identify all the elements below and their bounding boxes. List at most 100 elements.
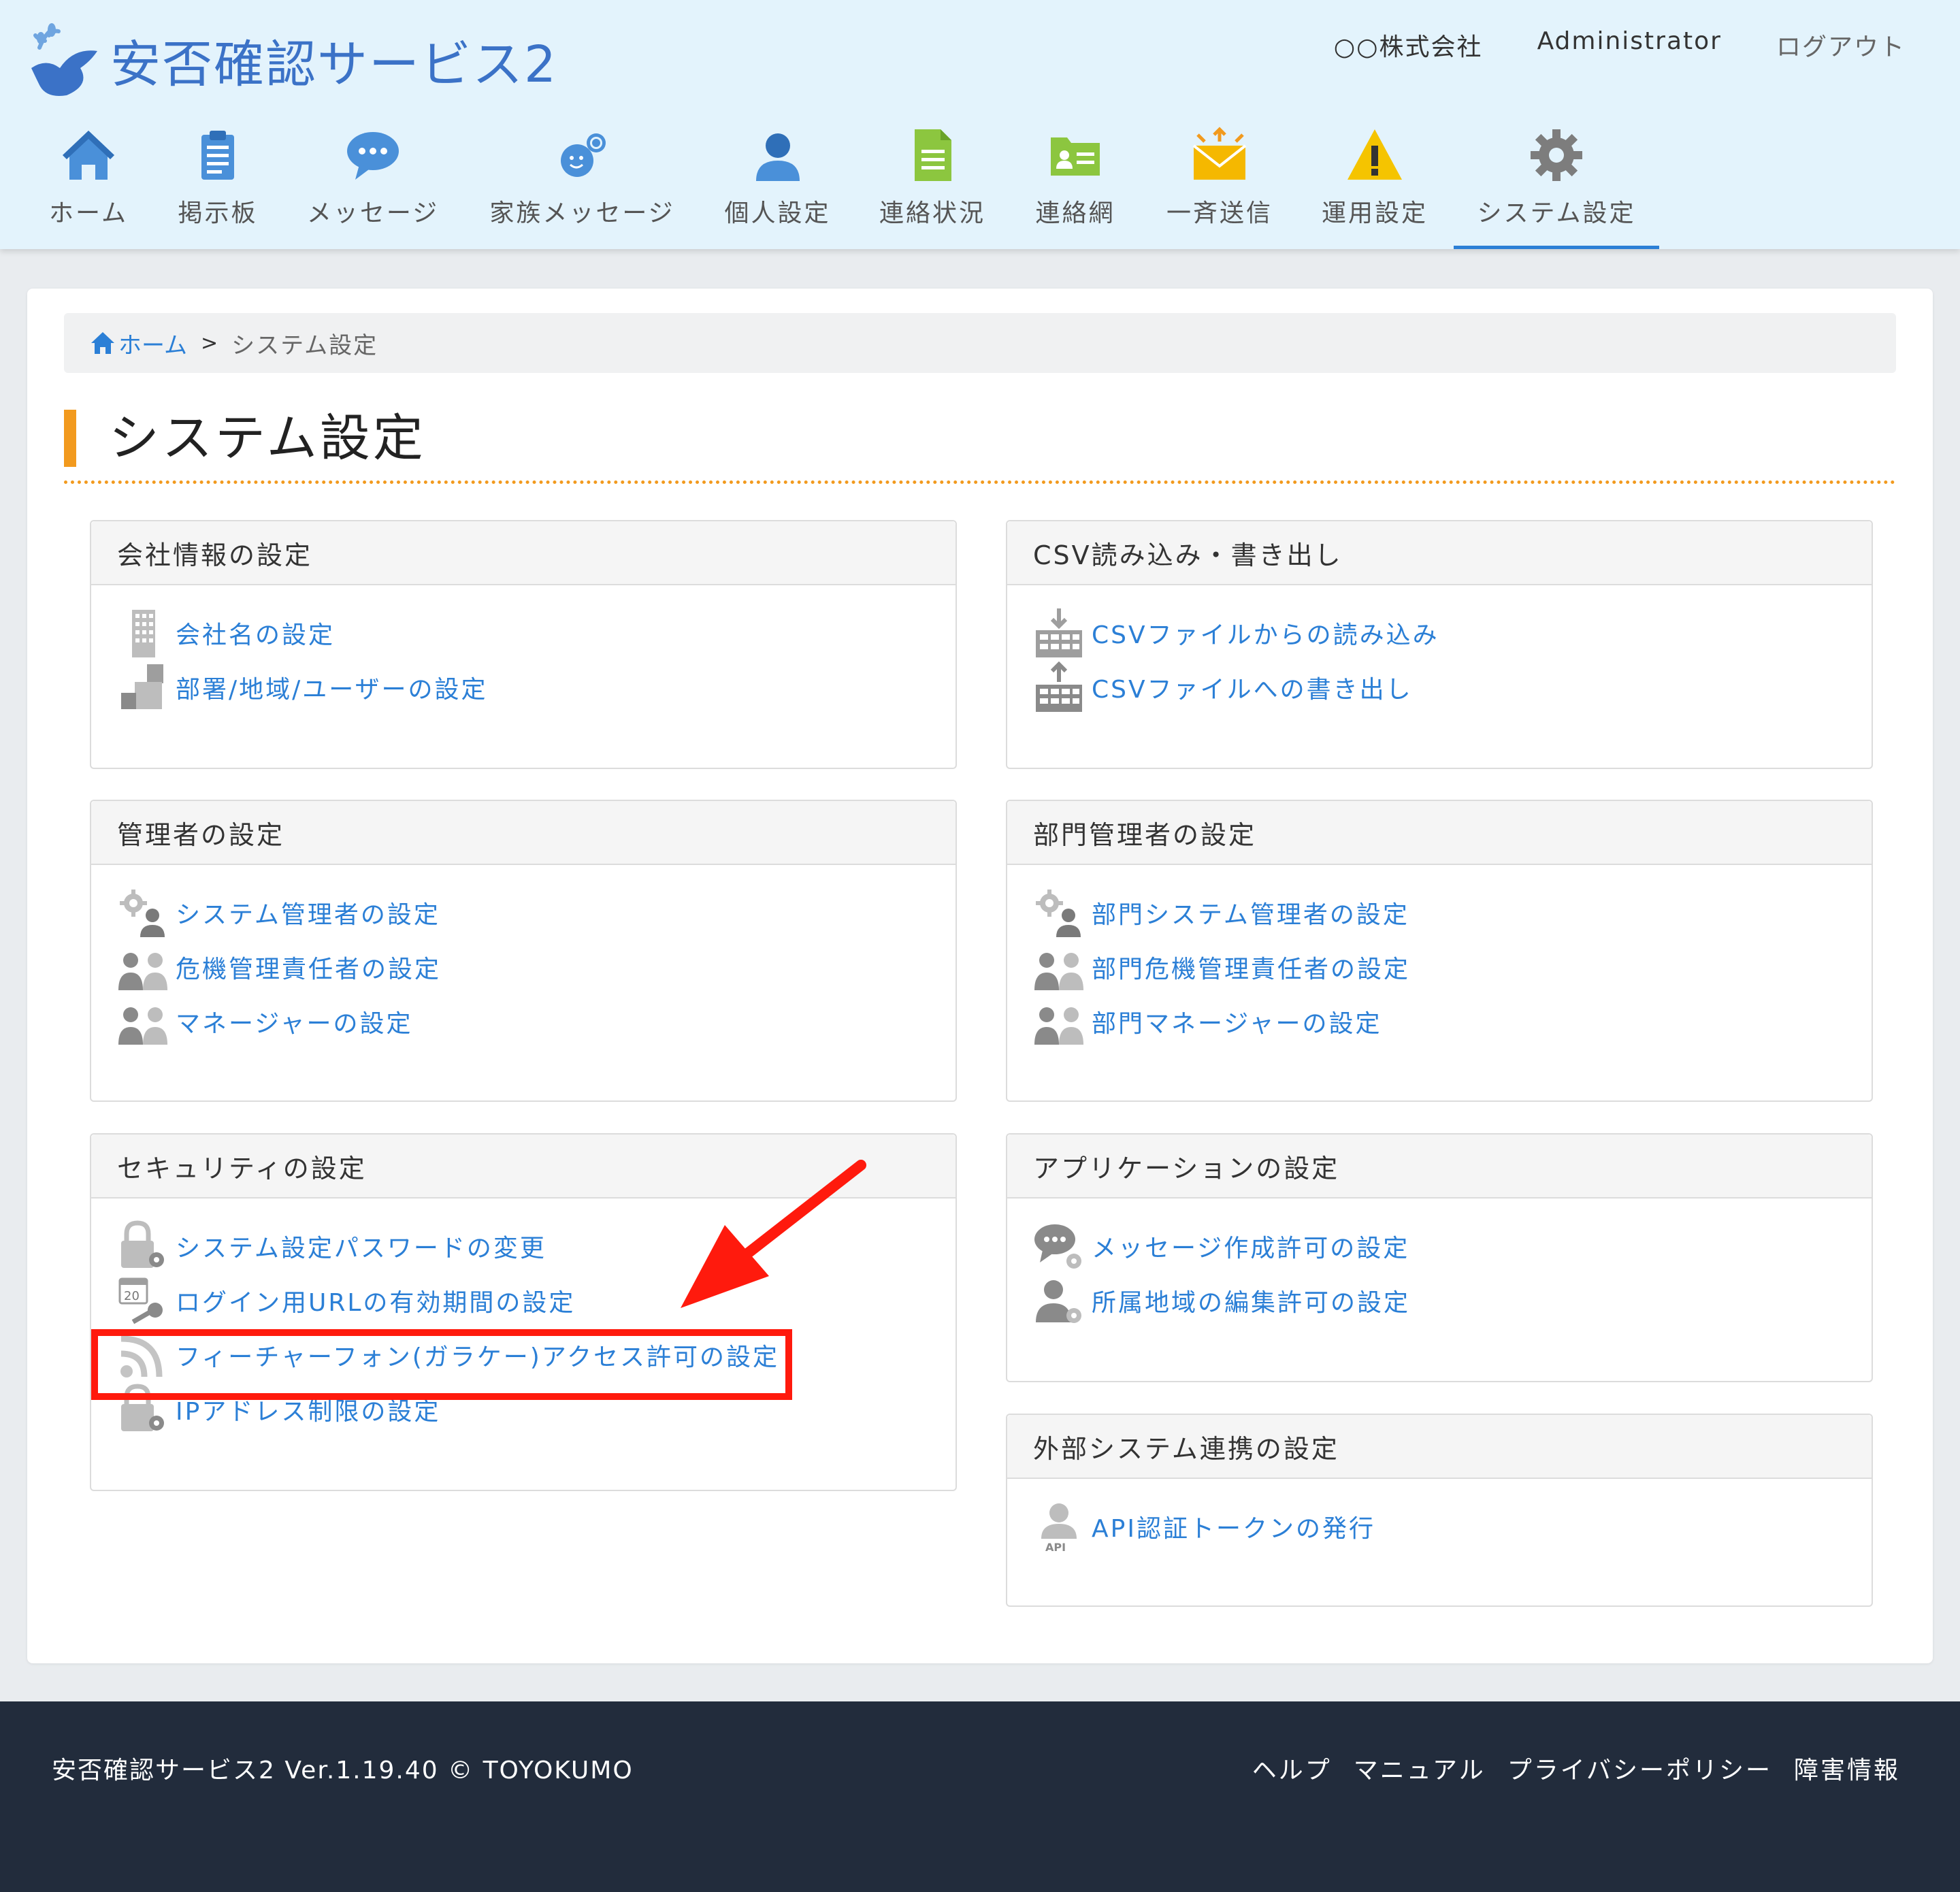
people-icon [1034,1007,1083,1045]
nav-item-home[interactable]: ホーム [41,127,136,249]
nav-label: 連絡状況 [879,199,985,227]
nav-item-bulletin[interactable]: 掲示板 [174,127,262,249]
chat-gear-icon [1034,1224,1081,1269]
nav-label: メッセージ [306,199,440,227]
people-icon [118,953,167,990]
page-title-text: システム設定 [109,409,426,468]
link-api-token[interactable]: API API認証トークンの発行 [1033,1499,1872,1554]
document-icon [915,129,951,181]
card-title: 会社情報の設定 [91,521,956,585]
person-icon [755,133,800,181]
link-label: API認証トークンの発行 [1092,1515,1375,1543]
link-company-name[interactable]: 会社名の設定 [117,606,956,660]
link-label: 危機管理責任者の設定 [176,956,442,983]
family-chat-icon [560,133,606,177]
link-label: 所属地域の編集許可の設定 [1092,1289,1411,1317]
link-label: 部門マネージャーの設定 [1092,1010,1382,1038]
link-system-admin[interactable]: システム管理者の設定 [117,885,956,940]
nav-item-system-settings[interactable]: システム設定 [1454,127,1659,249]
highlight-box [91,1329,792,1400]
link-manager[interactable]: マネージャーの設定 [117,994,956,1049]
csv-import-icon [1036,608,1082,657]
card-title: CSV読み込み・書き出し [1007,521,1872,585]
breadcrumb-home[interactable]: ホーム [90,327,187,360]
link-region-edit-permission[interactable]: 所属地域の編集許可の設定 [1033,1273,1872,1328]
lock-gear-icon [121,1220,164,1268]
breadcrumb: ホーム > システム設定 [64,313,1896,373]
nav-item-family-message[interactable]: 家族メッセージ [489,127,676,249]
people-icon [1034,953,1083,990]
nav-label: 掲示板 [178,199,258,227]
nav-item-status[interactable]: 連絡状況 [878,127,987,249]
logout-link[interactable]: ログアウト [1776,27,1906,63]
card-title: 部門管理者の設定 [1007,801,1872,865]
card-external: 外部システム連携の設定 API API認証トークンの発行 [1006,1414,1873,1607]
card-application: アプリケーションの設定 メッセージ作成許可の設定 所属地域の編集許可の設定 [1006,1133,1873,1382]
admin-gear-icon [120,890,165,937]
nav-item-message[interactable]: メッセージ [305,127,441,249]
link-csv-import[interactable]: CSVファイルからの読み込み [1033,606,1872,660]
link-dept-system-admin[interactable]: 部門システム管理者の設定 [1033,885,1872,940]
nav-item-contact-network[interactable]: 連絡網 [1031,127,1120,249]
footer: 安否確認サービス2 Ver.1.19.40 © TOYOKUMO ヘルプ マニュ… [0,1701,1960,1892]
nav-item-personal[interactable]: 個人設定 [721,127,834,249]
organization-icon [121,664,163,709]
top-links: ○○株式会社 Administrator ログアウト [1334,27,1906,63]
nav-label: システム設定 [1477,199,1636,227]
footer-link-privacy[interactable]: プライバシーポリシー [1507,1750,1772,1786]
breadcrumb-separator: > [200,331,218,355]
nav-item-broadcast[interactable]: 一斉送信 [1165,127,1274,249]
company-name: ○○株式会社 [1333,33,1483,61]
home-icon [91,332,114,354]
nav-label: 連絡網 [1035,199,1115,227]
footer-copyright: 安否確認サービス2 Ver.1.19.40 © TOYOKUMO [52,1757,634,1784]
svg-text:20: 20 [124,1289,140,1303]
card-admin: 管理者の設定 システム管理者の設定 危機管理責任者の設定 マネージャーの設定 [90,800,957,1102]
csv-export-icon [1036,662,1082,712]
app-logo[interactable]: 安否確認サービス2 [26,20,557,109]
link-crisis-manager[interactable]: 危機管理責任者の設定 [117,940,956,994]
building-icon [132,610,155,657]
link-label: メッセージ作成許可の設定 [1092,1235,1410,1262]
footer-link-manual[interactable]: マニュアル [1354,1750,1486,1786]
address-card-icon [1051,137,1100,176]
link-label: CSVファイルへの書き出し [1092,676,1413,704]
link-label: CSVファイルからの読み込み [1092,621,1439,649]
nav-label: 一斉送信 [1166,199,1273,227]
link-label: システム設定パスワードの変更 [176,1235,546,1262]
link-dept-manager[interactable]: 部門マネージャーの設定 [1033,994,1872,1049]
svg-text:API: API [1045,1541,1066,1552]
link-csv-export[interactable]: CSVファイルへの書き出し [1033,660,1872,715]
person-gear-icon [1036,1280,1081,1323]
nav-label: 運用設定 [1321,199,1428,227]
footer-link-incident[interactable]: 障害情報 [1794,1750,1900,1786]
nav-item-operation[interactable]: 運用設定 [1320,127,1429,249]
link-label: マネージャーの設定 [176,1010,413,1038]
people-icon [118,1007,167,1045]
link-message-permission[interactable]: メッセージ作成許可の設定 [1033,1219,1872,1273]
link-label: 部門システム管理者の設定 [1092,901,1409,929]
card-title: アプリケーションの設定 [1007,1135,1872,1198]
warning-icon [1348,129,1402,180]
user-name[interactable]: Administrator [1537,27,1722,63]
link-dept-crisis-manager[interactable]: 部門危機管理責任者の設定 [1033,940,1872,994]
link-org-settings[interactable]: 部署/地域/ユーザーの設定 [117,660,956,715]
gear-icon [1531,129,1582,181]
nav-label: ホーム [49,199,128,227]
link-label: 会社名の設定 [176,621,336,649]
link-label: システム管理者の設定 [176,901,440,929]
link-label: 部門危機管理責任者の設定 [1092,956,1411,983]
envelope-icon [1192,127,1247,180]
card-company: 会社情報の設定 会社名の設定 部署/地域/ユーザーの設定 [90,520,957,769]
clipboard-icon [201,131,234,180]
footer-link-help[interactable]: ヘルプ [1252,1750,1332,1786]
nav-label: 個人設定 [724,199,831,227]
card-dept-admin: 部門管理者の設定 部門システム管理者の設定 部門危機管理責任者の設定 部門マネー [1006,800,1873,1102]
header: 安否確認サービス2 ○○株式会社 Administrator ログアウト ホーム [0,0,1960,249]
active-tab-indicator [1454,246,1659,249]
red-arrow-annotation [681,1160,866,1308]
chat-bubble-icon [347,132,399,180]
admin-gear-icon [1036,890,1081,937]
api-person-icon: API [1041,1503,1077,1552]
title-accent-bar [64,410,76,467]
